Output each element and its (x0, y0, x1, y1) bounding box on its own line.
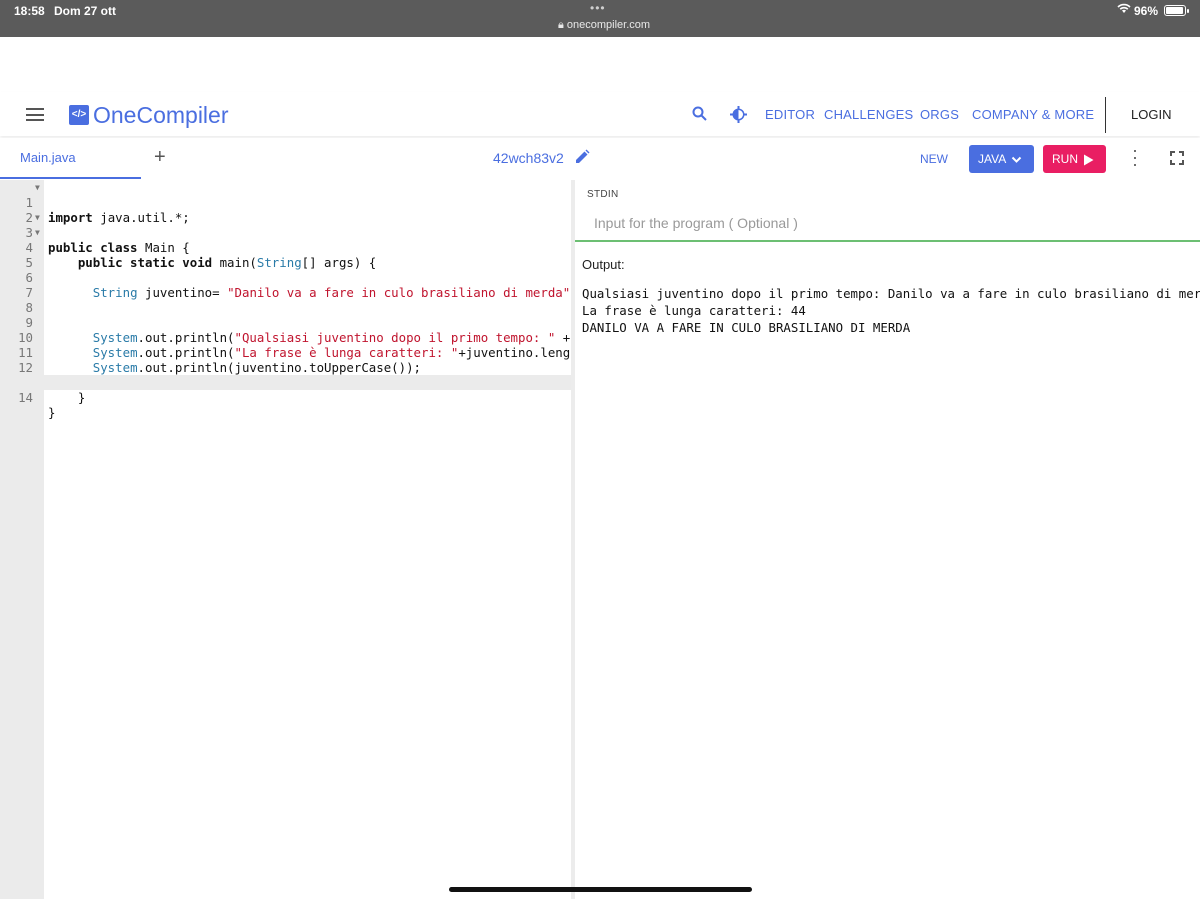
output-line: DANILO VA A FARE IN CULO BRASILIANO DI M… (582, 320, 911, 335)
io-panel: STDIN Output: Qualsiasi juventino dopo i… (575, 180, 1200, 899)
output-line: La frase è lunga caratteri: 44 (582, 303, 806, 318)
new-button[interactable]: NEW (920, 152, 948, 166)
tab-main-java[interactable]: Main.java (0, 138, 141, 179)
logo-text: OneCompiler (93, 101, 229, 128)
nav-company-more-link[interactable]: COMPANY & MORE (972, 107, 1094, 122)
code-line[interactable]: 9 System.out.println("Qualsiasi juventin… (0, 300, 571, 345)
file-tab-label: Main.java (20, 150, 76, 165)
code-text: } (77, 390, 86, 405)
code-line[interactable]: 1 ▼ import java.util.*; (0, 180, 571, 225)
play-icon (1083, 145, 1094, 173)
wifi-icon (1117, 3, 1131, 17)
code-line[interactable]: 2 (0, 195, 571, 225)
multitasking-dots-icon[interactable]: ••• (590, 1, 606, 15)
stdin-input[interactable] (575, 206, 1200, 242)
code-text: } (48, 405, 56, 420)
clock: 18:58 (14, 4, 45, 18)
more-options-icon[interactable]: · · · (1130, 141, 1140, 173)
battery-percent: 96% (1134, 4, 1159, 18)
language-select-button[interactable]: JAVA (969, 145, 1034, 173)
code-line[interactable]: 3 ▼ public class Main { (0, 210, 571, 255)
run-button[interactable]: RUN (1043, 145, 1106, 173)
theme-toggle-icon[interactable] (730, 106, 747, 128)
nav-orgs-link[interactable]: ORGS (920, 107, 959, 122)
status-bar: 18:58 Dom 27 ott ••• 🔒︎ onecompiler.com … (0, 0, 1200, 37)
code-line[interactable]: 7 (0, 270, 571, 300)
chevron-down-icon (1011, 145, 1022, 173)
code-line[interactable]: 12 (0, 345, 571, 375)
logo-mark-icon: </> (69, 105, 89, 125)
run-label: RUN (1052, 152, 1078, 166)
url-text: onecompiler.com (566, 19, 651, 31)
code-line[interactable]: 6 String juventino= "Danilo va a fare in… (0, 255, 571, 300)
pencil-edit-icon[interactable] (575, 149, 590, 168)
nav-challenges-link[interactable]: CHALLENGES (824, 107, 913, 122)
code-line-active[interactable]: 14 } (0, 375, 571, 420)
code-editor[interactable]: 1 ▼ import java.util.*; 2 3 ▼ public class… (0, 180, 571, 899)
fold-arrow-icon[interactable]: ▼ (35, 180, 40, 195)
line-number: 14 (18, 390, 33, 405)
fullscreen-icon[interactable] (1170, 151, 1184, 165)
date: Dom 27 ott (54, 4, 117, 18)
hamburger-menu-icon[interactable] (26, 108, 44, 121)
onecompiler-logo[interactable]: </> OneCompiler (69, 102, 229, 128)
stdin-label: STDIN (587, 189, 619, 200)
home-indicator[interactable] (449, 887, 752, 892)
code-title[interactable]: 42wch83v2 (493, 150, 564, 166)
battery-icon (1164, 5, 1189, 16)
search-icon[interactable] (692, 106, 707, 126)
editor-toolbar: Main.java + 42wch83v2 NEW JAVA RUN · · · (0, 138, 1200, 179)
code-line[interactable]: 10 System.out.println("La frase è lunga … (0, 315, 571, 360)
fold-arrow-icon[interactable]: ▼ (35, 225, 40, 240)
code-line[interactable]: 11 System.out.println(juventino.toUpperC… (0, 330, 571, 375)
nav-editor-link[interactable]: EDITOR (765, 107, 815, 122)
nav-divider (1105, 97, 1106, 133)
address-bar[interactable]: 🔒︎ onecompiler.com (558, 19, 650, 32)
fold-arrow-icon[interactable]: ▼ (35, 210, 40, 225)
top-navigation: </> OneCompiler EDITOR CHALLENGES ORGS C… (0, 92, 1200, 136)
code-line[interactable]: 4 ▼ public static void main(String[] args… (0, 225, 571, 270)
code-line[interactable]: 5 (0, 240, 571, 270)
code-line[interactable]: 13 } (0, 360, 571, 405)
output-line: Qualsiasi juventino dopo il primo tempo:… (582, 286, 1200, 301)
language-label: JAVA (978, 152, 1007, 166)
code-line[interactable]: 8 (0, 285, 571, 315)
login-link[interactable]: LOGIN (1131, 107, 1171, 122)
output-label: Output: (582, 257, 625, 272)
add-file-button[interactable]: + (154, 146, 166, 169)
